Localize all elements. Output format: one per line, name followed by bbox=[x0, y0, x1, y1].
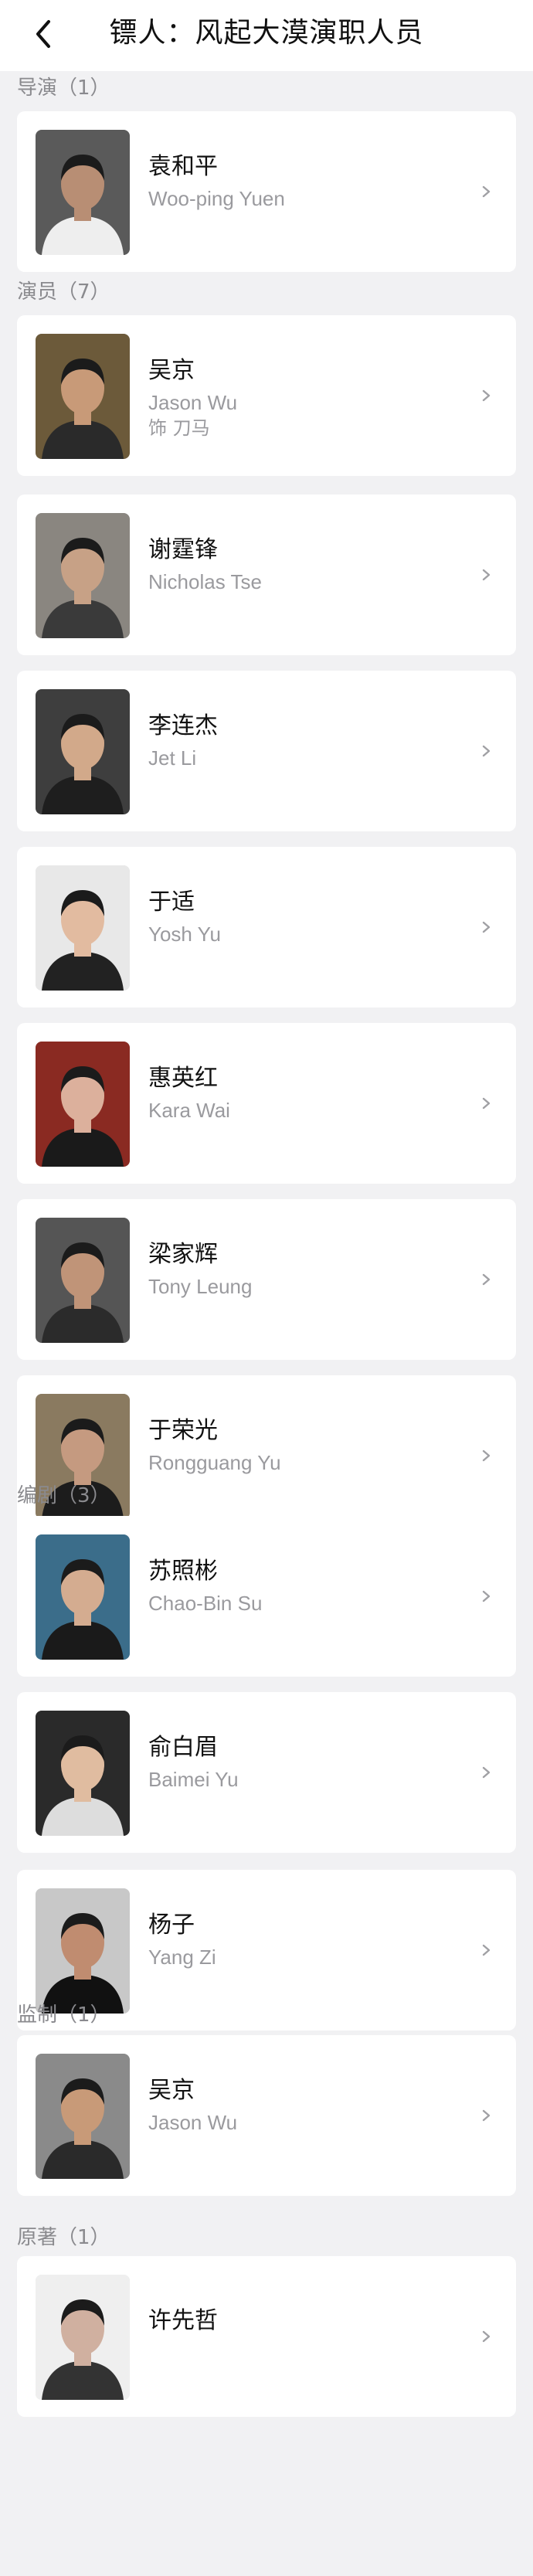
chevron-right-icon bbox=[482, 389, 491, 402]
person-name: 李连杰 bbox=[148, 712, 218, 739]
person-name: 惠英红 bbox=[148, 1065, 218, 1092]
person-english-name: Rongguang Yu bbox=[148, 1451, 281, 1474]
person-photo bbox=[36, 1888, 130, 2014]
top-nav-bar: 镖人：风起大漠演职人员 bbox=[0, 0, 533, 71]
person-english-name: Yang Zi bbox=[148, 1946, 216, 1969]
person-card[interactable]: 袁和平 Woo-ping Yuen bbox=[17, 111, 516, 272]
chevron-right-icon bbox=[482, 2330, 491, 2343]
person-card[interactable]: 李连杰 Jet Li bbox=[17, 671, 516, 831]
person-card[interactable]: 梁家辉 Tony Leung bbox=[17, 1199, 516, 1360]
person-english-name: Yosh Yu bbox=[148, 923, 221, 946]
person-name: 于适 bbox=[148, 889, 195, 916]
person-card[interactable]: 许先哲 bbox=[17, 2256, 516, 2417]
person-card[interactable]: 吴京 Jason Wu bbox=[17, 2035, 516, 2196]
person-name: 许先哲 bbox=[148, 2307, 218, 2334]
person-name: 苏照彬 bbox=[148, 1558, 218, 1585]
person-photo bbox=[36, 1218, 130, 1343]
person-name: 于荣光 bbox=[148, 1417, 218, 1444]
portrait-image bbox=[36, 1888, 130, 2014]
person-photo bbox=[36, 130, 130, 255]
page-title: 镖人：风起大漠演职人员 bbox=[109, 17, 424, 49]
person-english-name: Woo-ping Yuen bbox=[148, 187, 285, 210]
person-english-name: Jet Li bbox=[148, 746, 197, 770]
portrait-image bbox=[36, 1534, 130, 1660]
person-photo bbox=[36, 865, 130, 991]
chevron-right-icon bbox=[482, 921, 491, 933]
chevron-right-icon bbox=[482, 1944, 491, 1956]
person-english-name: Chao-Bin Su bbox=[148, 1592, 263, 1615]
person-photo bbox=[36, 1534, 130, 1660]
section-header: 演员（7） bbox=[17, 280, 110, 304]
person-card[interactable]: 于适 Yosh Yu bbox=[17, 847, 516, 1008]
person-photo bbox=[36, 1042, 130, 1167]
chevron-right-icon bbox=[482, 185, 491, 198]
person-photo bbox=[36, 689, 130, 814]
section-header: 原著（1） bbox=[17, 2226, 110, 2249]
person-card[interactable]: 苏照彬 Chao-Bin Su bbox=[17, 1516, 516, 1677]
chevron-right-icon bbox=[482, 1449, 491, 1462]
portrait-image bbox=[36, 1218, 130, 1343]
person-card[interactable]: 于荣光 Rongguang Yu bbox=[17, 1375, 516, 1536]
person-photo bbox=[36, 2275, 130, 2400]
person-card[interactable]: 俞白眉 Baimei Yu bbox=[17, 1692, 516, 1853]
portrait-image bbox=[36, 689, 130, 814]
person-english-name: Nicholas Tse bbox=[148, 570, 262, 593]
portrait-image bbox=[36, 865, 130, 991]
person-english-name: Baimei Yu bbox=[148, 1768, 239, 1791]
chevron-right-icon bbox=[482, 1766, 491, 1779]
portrait-image bbox=[36, 1042, 130, 1167]
person-name: 吴京 bbox=[148, 2077, 195, 2104]
person-name: 俞白眉 bbox=[148, 1734, 218, 1761]
person-photo bbox=[36, 1711, 130, 1836]
chevron-right-icon bbox=[482, 1097, 491, 1110]
person-card[interactable]: 谢霆锋 Nicholas Tse bbox=[17, 494, 516, 655]
person-card[interactable]: 吴京 Jason Wu 饰 刀马 bbox=[17, 315, 516, 476]
person-card[interactable]: 惠英红 Kara Wai bbox=[17, 1023, 516, 1184]
portrait-image bbox=[36, 130, 130, 255]
person-photo bbox=[36, 513, 130, 638]
portrait-image bbox=[36, 2054, 130, 2179]
person-name: 吴京 bbox=[148, 357, 195, 384]
person-photo bbox=[36, 334, 130, 459]
person-english-name: Tony Leung bbox=[148, 1275, 253, 1298]
portrait-image bbox=[36, 513, 130, 638]
person-english-name: Jason Wu bbox=[148, 2111, 238, 2134]
chevron-right-icon bbox=[482, 569, 491, 581]
person-name: 杨子 bbox=[148, 1912, 195, 1939]
person-photo bbox=[36, 2054, 130, 2179]
chevron-right-icon bbox=[482, 1273, 491, 1286]
portrait-image bbox=[36, 334, 130, 459]
section-header: 监制（1） bbox=[17, 2003, 110, 2027]
person-name: 梁家辉 bbox=[148, 1241, 218, 1268]
portrait-image bbox=[36, 1711, 130, 1836]
chevron-right-icon bbox=[482, 2109, 491, 2122]
person-english-name: Jason Wu bbox=[148, 391, 238, 414]
section-header: 导演（1） bbox=[17, 76, 110, 100]
chevron-right-icon bbox=[482, 745, 491, 757]
section-header: 编剧（3） bbox=[17, 1484, 110, 1507]
person-name: 袁和平 bbox=[148, 153, 218, 180]
person-english-name: Kara Wai bbox=[148, 1099, 230, 1122]
portrait-image bbox=[36, 2275, 130, 2400]
chevron-right-icon bbox=[482, 1590, 491, 1602]
person-name: 谢霆锋 bbox=[148, 536, 218, 563]
person-role: 饰 刀马 bbox=[148, 417, 210, 439]
